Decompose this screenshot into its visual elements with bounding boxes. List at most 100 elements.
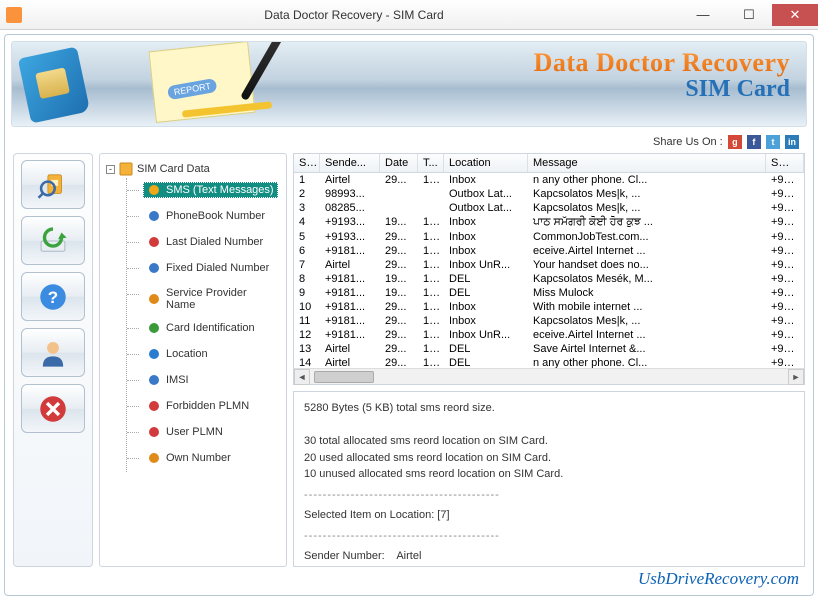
grid-cell: With mobile internet ... [528, 300, 766, 314]
tree-item[interactable]: SMS (Text Messages) [127, 178, 282, 204]
app-frame: Data Doctor Recovery SIM Card Share Us O… [4, 34, 814, 596]
tree-item[interactable]: Location [127, 342, 282, 368]
tree-item-icon [147, 209, 161, 223]
search-sim-button[interactable] [21, 160, 85, 209]
grid-cell: 8 [294, 272, 320, 286]
grid-cell: 1 [294, 173, 320, 187]
grid-cell: 1... [418, 258, 444, 272]
tree-item[interactable]: IMSI [127, 368, 282, 394]
grid-row[interactable]: 6+9181...29...1...Inboxeceive.Airtel Int… [294, 244, 804, 258]
grid-cell: +91... [766, 272, 804, 286]
grid-cell: Airtel [320, 356, 380, 368]
sms-grid[interactable]: S...Sende...DateT...LocationMessageSMS..… [293, 153, 805, 385]
tree-item-icon [147, 399, 161, 413]
googleplus-icon[interactable]: g [728, 135, 742, 149]
window-title: Data Doctor Recovery - SIM Card [28, 8, 680, 22]
tree-item-icon [147, 347, 161, 361]
grid-cell: 1... [418, 300, 444, 314]
grid-cell: 29... [380, 258, 418, 272]
grid-header-cell[interactable]: Date [380, 154, 418, 172]
grid-body[interactable]: 1Airtel29...1...Inboxn any other phone. … [294, 173, 804, 368]
grid-cell: 1... [418, 342, 444, 356]
grid-row[interactable]: 5+9193...29...1...InboxCommonJobTest.com… [294, 230, 804, 244]
tree-item-label: Location [166, 348, 208, 360]
tree-item[interactable]: Own Number [127, 446, 282, 472]
tree-item[interactable]: Forbidden PLMN [127, 394, 282, 420]
grid-hscrollbar[interactable]: ◄ ► [294, 368, 804, 384]
grid-header-cell[interactable]: S... [294, 154, 320, 172]
tree-item[interactable]: Card Identification [127, 316, 282, 342]
grid-row[interactable]: 13Airtel29...1...DELSave Airtel Internet… [294, 342, 804, 356]
close-button[interactable]: ✕ [772, 4, 818, 26]
minimize-button[interactable]: — [680, 4, 726, 26]
brand-text: Data Doctor Recovery SIM Card [534, 48, 790, 103]
grid-cell: +91... [766, 215, 804, 230]
drive-arrow-icon [36, 224, 70, 258]
grid-cell: 29... [380, 314, 418, 328]
grid-cell: 29... [380, 230, 418, 244]
grid-header-cell[interactable]: Message [528, 154, 766, 172]
grid-cell [380, 187, 418, 201]
grid-cell: 2 [294, 187, 320, 201]
grid-row[interactable]: 308285...Outbox Lat...Kapcsolatos Mes|k,… [294, 201, 804, 215]
grid-row[interactable]: 10+9181...29...1...InboxWith mobile inte… [294, 300, 804, 314]
twitter-icon[interactable]: t [766, 135, 780, 149]
grid-cell: +91... [766, 300, 804, 314]
date-label: Date: [304, 567, 330, 568]
tree-item[interactable]: Service Provider Name [127, 282, 282, 316]
sidebar-toolbar: ? [13, 153, 93, 567]
collapse-icon[interactable]: - [106, 165, 115, 174]
grid-row[interactable]: 11+9181...29...1...InboxKapcsolatos Mes|… [294, 314, 804, 328]
grid-cell: Inbox [444, 314, 528, 328]
grid-row[interactable]: 9+9181...19...1...DEL Miss Mulock+91... [294, 286, 804, 300]
divider: ----------------------------------------… [304, 528, 794, 545]
grid-cell: 11 [294, 314, 320, 328]
grid-cell: 6 [294, 244, 320, 258]
grid-row[interactable]: 12+9181...29...1...Inbox UnR...eceive.Ai… [294, 328, 804, 342]
brand-line2: SIM Card [534, 76, 790, 103]
footer-link[interactable]: UsbDriveRecovery.com [638, 569, 799, 589]
grid-row[interactable]: 8+9181...19...1...DELKapcsolatos Mesék, … [294, 272, 804, 286]
scroll-left-arrow[interactable]: ◄ [294, 369, 310, 385]
tree-item-icon [147, 321, 161, 335]
tree-item[interactable]: Last Dialed Number [127, 230, 282, 256]
grid-header-cell[interactable]: Location [444, 154, 528, 172]
grid-row[interactable]: 298993...Outbox Lat...Kapcsolatos Mes|k,… [294, 187, 804, 201]
scroll-thumb[interactable] [314, 371, 374, 383]
recover-button[interactable] [21, 216, 85, 265]
grid-cell: 19... [380, 286, 418, 300]
grid-row[interactable]: 4+9193...19...1...Inboxਪਾਠ ਸਮੱਗਰੀ ਕੋਈ ਹੋ… [294, 215, 804, 230]
sim-data-tree[interactable]: - SIM Card Data SMS (Text Messages)Phone… [99, 153, 287, 567]
tree-item[interactable]: User PLMN [127, 420, 282, 446]
grid-cell: Kapcsolatos Mes|k, ... [528, 201, 766, 215]
tree-root[interactable]: - SIM Card Data [104, 160, 282, 178]
about-button[interactable] [21, 328, 85, 377]
tree-item[interactable]: PhoneBook Number [127, 204, 282, 230]
grid-cell: Outbox Lat... [444, 187, 528, 201]
exit-button[interactable] [21, 384, 85, 433]
facebook-icon[interactable]: f [747, 135, 761, 149]
grid-header-cell[interactable]: SMS... [766, 154, 804, 172]
scroll-right-arrow[interactable]: ► [788, 369, 804, 385]
grid-header-cell[interactable]: Sende... [320, 154, 380, 172]
maximize-button[interactable]: ☐ [726, 4, 772, 26]
grid-cell: 3 [294, 201, 320, 215]
help-button[interactable]: ? [21, 272, 85, 321]
grid-row[interactable]: 1Airtel29...1...Inboxn any other phone. … [294, 173, 804, 187]
grid-cell: eceive.Airtel Internet ... [528, 328, 766, 342]
tree-item-label: Last Dialed Number [166, 236, 263, 248]
grid-header: S...Sende...DateT...LocationMessageSMS..… [294, 154, 804, 173]
grid-cell: +91... [766, 328, 804, 342]
tree-item[interactable]: Fixed Dialed Number [127, 256, 282, 282]
grid-cell: 1... [418, 230, 444, 244]
linkedin-icon[interactable]: in [785, 135, 799, 149]
grid-row[interactable]: 14Airtel29...1...DELn any other phone. C… [294, 356, 804, 368]
grid-cell: Inbox UnR... [444, 328, 528, 342]
grid-row[interactable]: 7Airtel29...1...Inbox UnR...Your handset… [294, 258, 804, 272]
grid-cell: Inbox UnR... [444, 258, 528, 272]
grid-header-cell[interactable]: T... [418, 154, 444, 172]
grid-cell: DEL [444, 286, 528, 300]
grid-cell: 5 [294, 230, 320, 244]
grid-cell: 10 [294, 300, 320, 314]
grid-cell: 7 [294, 258, 320, 272]
